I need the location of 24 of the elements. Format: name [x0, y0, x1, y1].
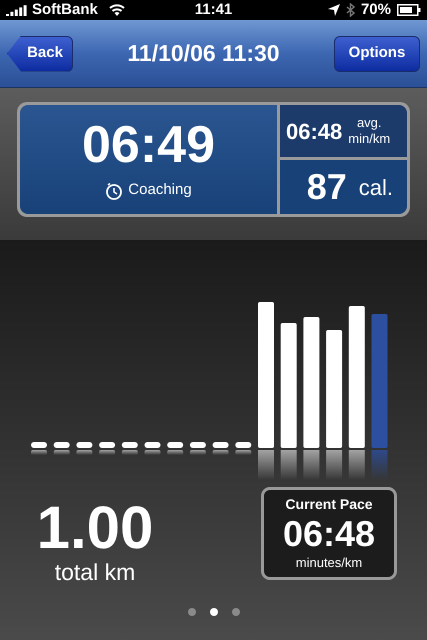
duration-value: 06:49 — [82, 117, 215, 174]
location-arrow-icon — [328, 4, 340, 16]
current-pace-title: Current Pace — [285, 495, 373, 514]
bluetooth-icon — [346, 3, 355, 17]
signal-icon — [6, 4, 28, 16]
battery-percent: 70% — [360, 0, 391, 20]
coaching-label: Coaching — [128, 180, 192, 200]
back-button[interactable]: Back — [7, 36, 73, 72]
current-pace-unit: minutes/km — [296, 554, 362, 572]
calories-value: 87 — [306, 165, 347, 209]
clock-time: 11:41 — [194, 0, 232, 20]
avg-label: avg. — [356, 115, 382, 131]
distance-value: 1.00 — [36, 497, 154, 559]
avg-pace-value: 06:48 — [286, 118, 342, 146]
stopwatch-icon — [105, 182, 124, 200]
current-pace-value: 06:48 — [282, 515, 376, 554]
calories-unit: cal. — [358, 174, 393, 202]
pace-unit: min/km — [348, 131, 390, 147]
wifi-icon — [108, 4, 126, 16]
options-button[interactable]: Options — [334, 36, 420, 72]
distance-unit: total km — [54, 559, 136, 585]
window-title: 11/10/06 11:30 — [127, 40, 280, 66]
battery-icon — [397, 4, 421, 16]
carrier-name: SoftBank — [32, 0, 98, 20]
